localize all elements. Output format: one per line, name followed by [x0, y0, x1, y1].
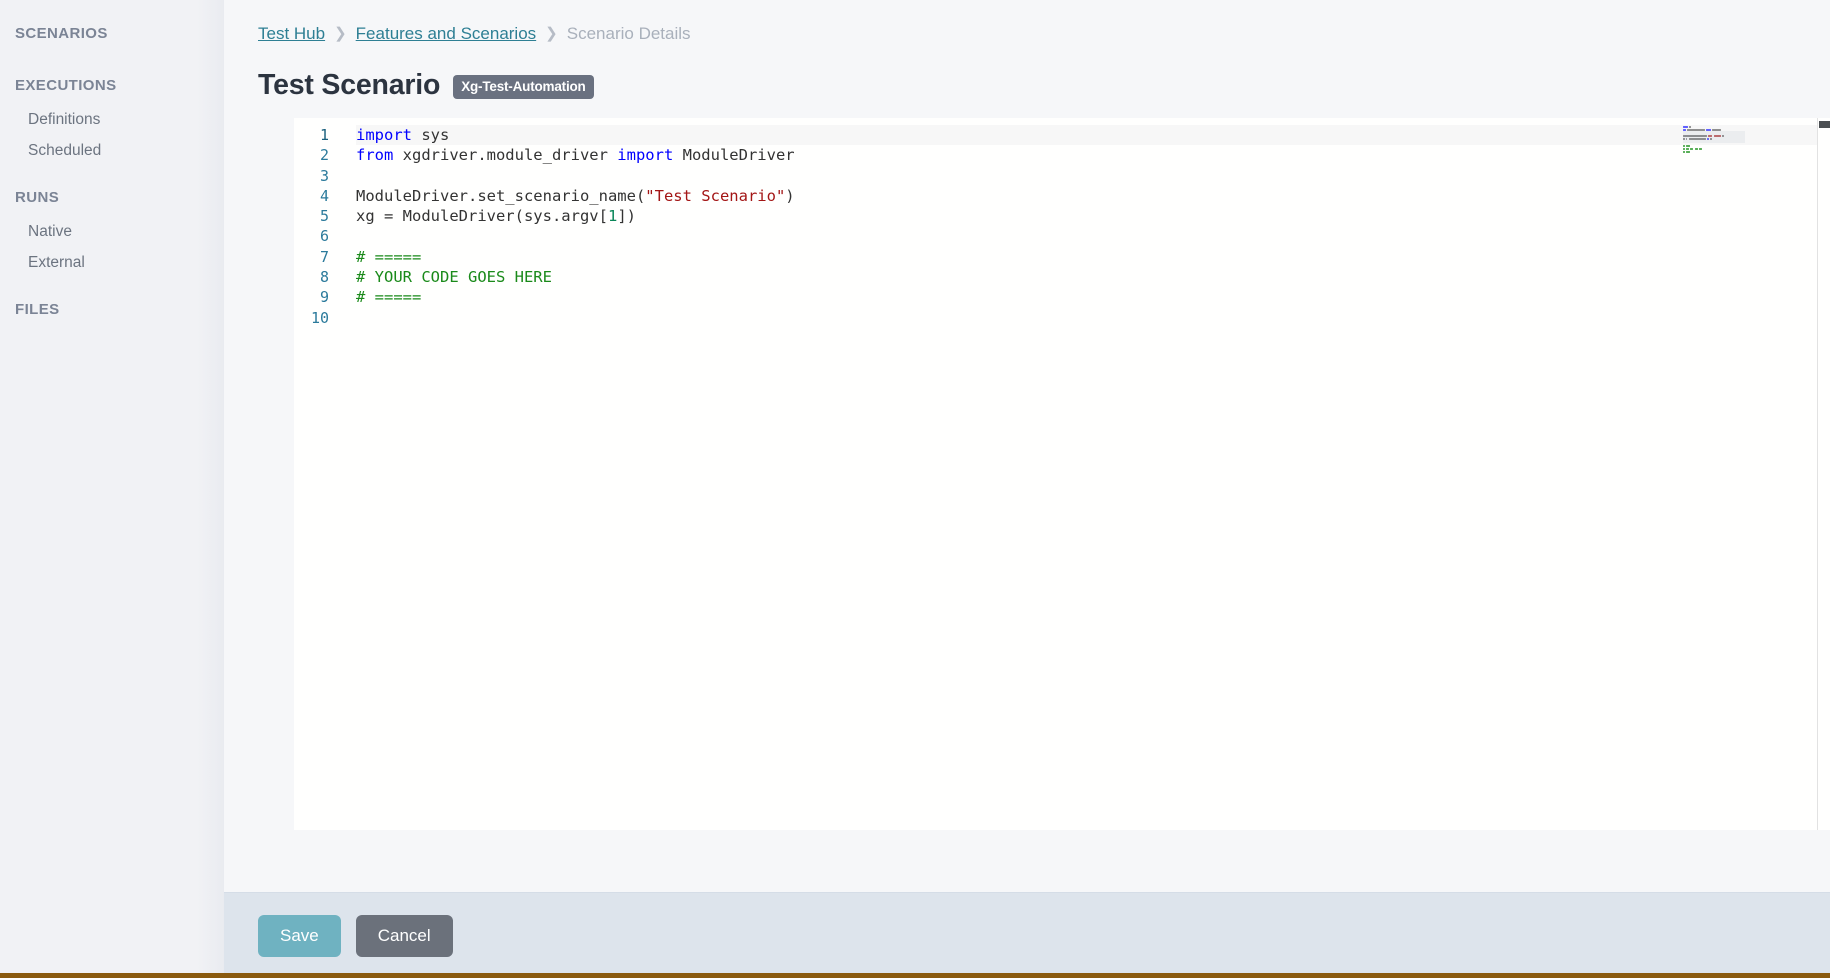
code-area[interactable]: 12345678910 import sysfrom xgdriver.modu… — [294, 118, 1830, 328]
page-title: Test Scenario — [258, 68, 440, 102]
sidebar-item-external[interactable]: External — [0, 247, 224, 278]
editor-scrollbar-thumb[interactable] — [1819, 121, 1830, 128]
code-token: ModuleDriver — [673, 146, 794, 164]
code-token: # ===== — [356, 248, 421, 266]
code-token: # YOUR CODE GOES HERE — [356, 268, 552, 286]
line-number: 9 — [294, 287, 329, 307]
sidebar-item-definitions[interactable]: Definitions — [0, 104, 224, 135]
code-token: xgdriver.module_driver — [393, 146, 617, 164]
code-token: xg = ModuleDriver(sys.argv[ — [356, 207, 608, 225]
line-number: 2 — [294, 145, 329, 165]
code-token: import — [356, 126, 412, 144]
code-token: ModuleDriver.set_scenario_name( — [356, 187, 645, 205]
editor-vertical-scrollbar[interactable] — [1817, 118, 1830, 830]
code-token: 1 — [608, 207, 617, 225]
code-token: ]) — [617, 207, 636, 225]
code-line[interactable]: # ===== — [356, 287, 1830, 307]
code-line[interactable] — [356, 226, 1830, 246]
code-line[interactable]: from xgdriver.module_driver import Modul… — [356, 145, 1830, 165]
code-token: import — [617, 146, 673, 164]
line-number: 5 — [294, 206, 329, 226]
sidebar-section-runs: RUNS — [0, 188, 224, 208]
breadcrumb: Test Hub ❯ Features and Scenarios ❯ Scen… — [224, 22, 1830, 46]
line-number: 7 — [294, 247, 329, 267]
breadcrumb-separator-icon: ❯ — [325, 22, 356, 46]
code-token: sys — [412, 126, 449, 144]
line-number: 8 — [294, 267, 329, 287]
line-number: 3 — [294, 166, 329, 186]
line-number: 1 — [294, 125, 329, 145]
action-bar: Save Cancel — [224, 892, 1830, 978]
sidebar-section-scenarios: SCENARIOS — [0, 24, 224, 44]
code-editor[interactable]: 12345678910 import sysfrom xgdriver.modu… — [258, 118, 1830, 830]
line-number: 10 — [294, 308, 329, 328]
save-button[interactable]: Save — [258, 915, 341, 957]
cancel-button[interactable]: Cancel — [356, 915, 453, 957]
code-token: "Test Scenario" — [645, 187, 785, 205]
app-root: SCENARIOS EXECUTIONS Definitions Schedul… — [0, 0, 1830, 978]
code-line[interactable] — [356, 308, 1830, 328]
code-text[interactable]: import sysfrom xgdriver.module_driver im… — [340, 125, 1830, 328]
line-number: 6 — [294, 226, 329, 246]
breadcrumb-link-features-and-scenarios[interactable]: Features and Scenarios — [356, 22, 537, 46]
line-number: 4 — [294, 186, 329, 206]
sidebar-item-native[interactable]: Native — [0, 216, 224, 247]
editor-left-padding — [258, 118, 294, 830]
code-line[interactable]: import sys — [356, 125, 1830, 145]
code-line[interactable]: # ===== — [356, 247, 1830, 267]
status-badge: Xg-Test-Automation — [453, 75, 593, 99]
sidebar-spacer — [0, 278, 224, 300]
bottom-accent-bar — [0, 973, 1830, 978]
main-content: Test Hub ❯ Features and Scenarios ❯ Scen… — [224, 0, 1830, 978]
sidebar-section-files: FILES — [0, 300, 224, 320]
title-row: Test Scenario Xg-Test-Automation — [224, 68, 1830, 102]
code-line[interactable] — [356, 166, 1830, 186]
code-line[interactable]: ModuleDriver.set_scenario_name("Test Sce… — [356, 186, 1830, 206]
breadcrumb-link-test-hub[interactable]: Test Hub — [258, 22, 325, 46]
sidebar-spacer — [0, 52, 224, 76]
breadcrumb-current-scenario-details: Scenario Details — [567, 22, 691, 46]
editor-body[interactable]: 12345678910 import sysfrom xgdriver.modu… — [294, 118, 1830, 830]
code-token: # ===== — [356, 288, 421, 306]
sidebar-section-executions: EXECUTIONS — [0, 76, 224, 96]
sidebar-spacer — [0, 166, 224, 188]
breadcrumb-separator-icon: ❯ — [536, 22, 567, 46]
line-number-gutter: 12345678910 — [294, 125, 340, 328]
code-line[interactable]: # YOUR CODE GOES HERE — [356, 267, 1830, 287]
code-token: ) — [785, 187, 794, 205]
code-token: from — [356, 146, 393, 164]
main-scroll-region: Test Hub ❯ Features and Scenarios ❯ Scen… — [224, 0, 1830, 892]
code-line[interactable]: xg = ModuleDriver(sys.argv[1]) — [356, 206, 1830, 226]
sidebar: SCENARIOS EXECUTIONS Definitions Schedul… — [0, 0, 224, 978]
sidebar-item-scheduled[interactable]: Scheduled — [0, 135, 224, 166]
